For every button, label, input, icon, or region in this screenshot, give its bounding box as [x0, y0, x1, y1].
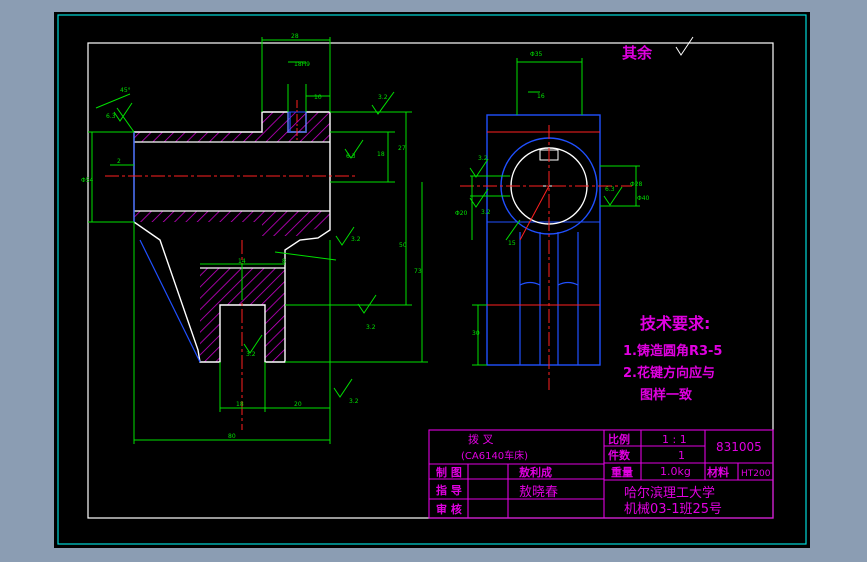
tech-req-title: 技术要求: — [640, 314, 710, 333]
dim-18-bottom: 18 — [236, 401, 244, 408]
dim-50: 50 — [399, 242, 407, 249]
dim-dia28: Φ28 — [630, 181, 643, 188]
dim-20: 20 — [294, 401, 302, 408]
review-label: 审 核 — [436, 502, 462, 516]
rough-6-3-b: 6.3 — [106, 113, 116, 120]
dim-18h: 18H9 — [294, 61, 310, 68]
weight-label: 重量 — [611, 465, 633, 479]
dim-16: 16 — [537, 93, 545, 100]
dim-dia40: Φ40 — [637, 195, 650, 202]
drawn-label: 制 图 — [436, 465, 462, 479]
model-space — [54, 12, 810, 548]
rough-3-2-a: 3.2 — [378, 94, 388, 101]
part-name: 拨 叉 — [468, 432, 494, 446]
rough-3-2-d: 3.2 — [246, 351, 256, 358]
class-info: 机械03-1班25号 — [624, 502, 722, 517]
dim-14: 14 — [238, 258, 246, 265]
dim-18: 18 — [377, 151, 385, 158]
qty-value: 1 — [678, 449, 685, 462]
scale-label: 比例 — [608, 432, 630, 446]
dim-73: 73 — [414, 268, 422, 275]
qty-label: 件数 — [608, 448, 631, 462]
drawn-by: 敖利成 — [519, 465, 552, 479]
rough-3-2-e: 3.2 — [349, 398, 359, 405]
drawing-number: 831005 — [716, 440, 762, 454]
dim-27: 27 — [398, 145, 406, 152]
dim-15: 15 — [508, 240, 516, 247]
material-label: 材料 — [707, 465, 729, 479]
tech-req-item1: 1.铸造圆角R3-5 — [623, 343, 722, 359]
cad-drawing-canvas[interactable]: 28 18H9 10 27 18 50 73 80 14 8 18 20 Φ54… — [0, 0, 867, 562]
material-value: HT200 — [741, 469, 771, 479]
tech-req-item2: 2.花键方向应与 — [623, 365, 715, 381]
rough-3-2-c: 3.2 — [366, 324, 376, 331]
dim-8: 8 — [282, 258, 286, 265]
school-name: 哈尔滨理工大学 — [624, 485, 715, 501]
surface-note: 其余 — [622, 44, 653, 62]
dim-10: 10 — [314, 94, 322, 101]
rough-3-2-f: 3.2 — [478, 155, 488, 162]
dim-30: 30 — [472, 330, 480, 337]
guide-by: 敖晓春 — [519, 484, 558, 500]
dim-45: 45° — [120, 87, 131, 94]
tech-req-item3: 图样一致 — [640, 387, 693, 403]
rough-6-3-c: 6.3 — [605, 186, 615, 193]
rough-3-2-b: 3.2 — [351, 236, 361, 243]
dim-dia54: Φ54 — [81, 177, 94, 184]
dim-dia35: Φ35 — [530, 51, 543, 58]
scale-value: 1 : 1 — [662, 433, 687, 446]
dim-80: 80 — [228, 433, 236, 440]
dim-2: 2 — [117, 158, 121, 165]
dim-dia20: Φ20 — [455, 210, 468, 217]
dim-28: 28 — [291, 33, 299, 40]
part-subtitle: (CA6140车床) — [461, 449, 528, 462]
guide-label: 指 导 — [436, 483, 462, 497]
rough-6-3-a: 6.3 — [346, 153, 356, 160]
rough-3-2-g: 3.2 — [481, 209, 491, 216]
weight-value: 1.0kg — [660, 465, 691, 478]
